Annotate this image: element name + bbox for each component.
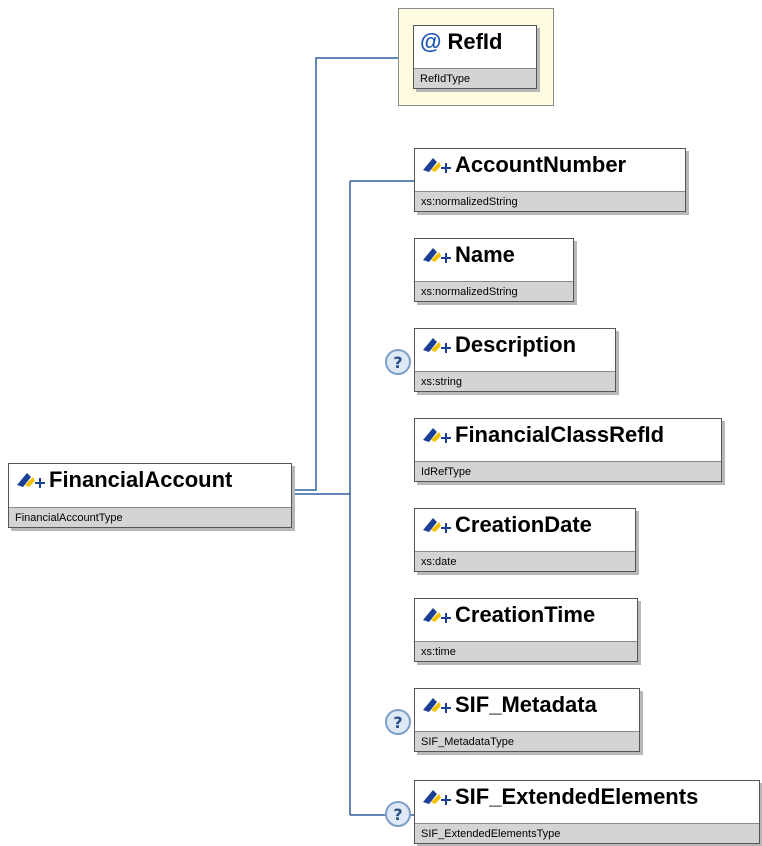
element-icon (423, 698, 451, 713)
element-icon (423, 428, 451, 443)
root-element-type: FinancialAccountType (9, 507, 291, 527)
element-type: SIF_ExtendedElementsType (415, 823, 759, 843)
element-icon (17, 473, 45, 488)
element-node-sif-extendedelements[interactable]: SIF_ExtendedElements SIF_ExtendedElements… (414, 780, 760, 844)
at-sign-icon: @ (420, 29, 442, 54)
element-icon (423, 158, 451, 173)
element-name: CreationTime (455, 602, 596, 627)
element-icon (423, 518, 451, 533)
svg-text:?: ? (393, 353, 402, 372)
element-name: Description (455, 332, 577, 357)
attribute-container: @ RefId RefIdType (398, 8, 554, 106)
element-icon (423, 248, 451, 263)
element-node-creationdate[interactable]: CreationDate xs:date (414, 508, 636, 572)
attribute-type: RefIdType (414, 68, 536, 88)
attribute-name: RefId (447, 29, 503, 54)
element-type: IdRefType (415, 461, 721, 481)
element-name: SIF_Metadata (455, 692, 597, 717)
optional-question-icon: ? (385, 349, 411, 375)
element-type: xs:string (415, 371, 615, 391)
element-name: FinancialClassRefId (455, 422, 665, 447)
element-icon (423, 608, 451, 623)
svg-text:?: ? (393, 805, 402, 824)
element-type: SIF_MetadataType (415, 731, 639, 751)
schema-diagram: FinancialAccount FinancialAccountType @ … (0, 0, 762, 846)
element-type: xs:time (415, 641, 637, 661)
svg-text:?: ? (393, 713, 402, 732)
element-icon (423, 338, 451, 353)
element-node-name[interactable]: Name xs:normalizedString (414, 238, 574, 302)
element-name: CreationDate (455, 512, 592, 537)
element-type: xs:date (415, 551, 635, 571)
element-node-accountnumber[interactable]: AccountNumber xs:normalizedString (414, 148, 686, 212)
root-element-node[interactable]: FinancialAccount FinancialAccountType (8, 463, 292, 528)
element-node-financialclassrefid[interactable]: FinancialClassRefId IdRefType (414, 418, 722, 482)
attribute-connector (292, 57, 414, 491)
element-node-description[interactable]: Description xs:string (414, 328, 616, 392)
optional-question-icon: ? (385, 801, 411, 827)
element-name: Name (455, 242, 515, 267)
element-type: xs:normalizedString (415, 281, 573, 301)
element-node-creationtime[interactable]: CreationTime xs:time (414, 598, 638, 662)
element-node-sif-metadata[interactable]: SIF_Metadata SIF_MetadataType (414, 688, 640, 752)
element-name: AccountNumber (455, 152, 627, 177)
attribute-node[interactable]: @ RefId RefIdType (413, 25, 537, 89)
element-type: xs:normalizedString (415, 191, 685, 211)
element-name: SIF_ExtendedElements (455, 784, 699, 809)
root-element-name: FinancialAccount (49, 467, 233, 492)
element-icon (423, 790, 451, 805)
optional-question-icon: ? (385, 709, 411, 735)
